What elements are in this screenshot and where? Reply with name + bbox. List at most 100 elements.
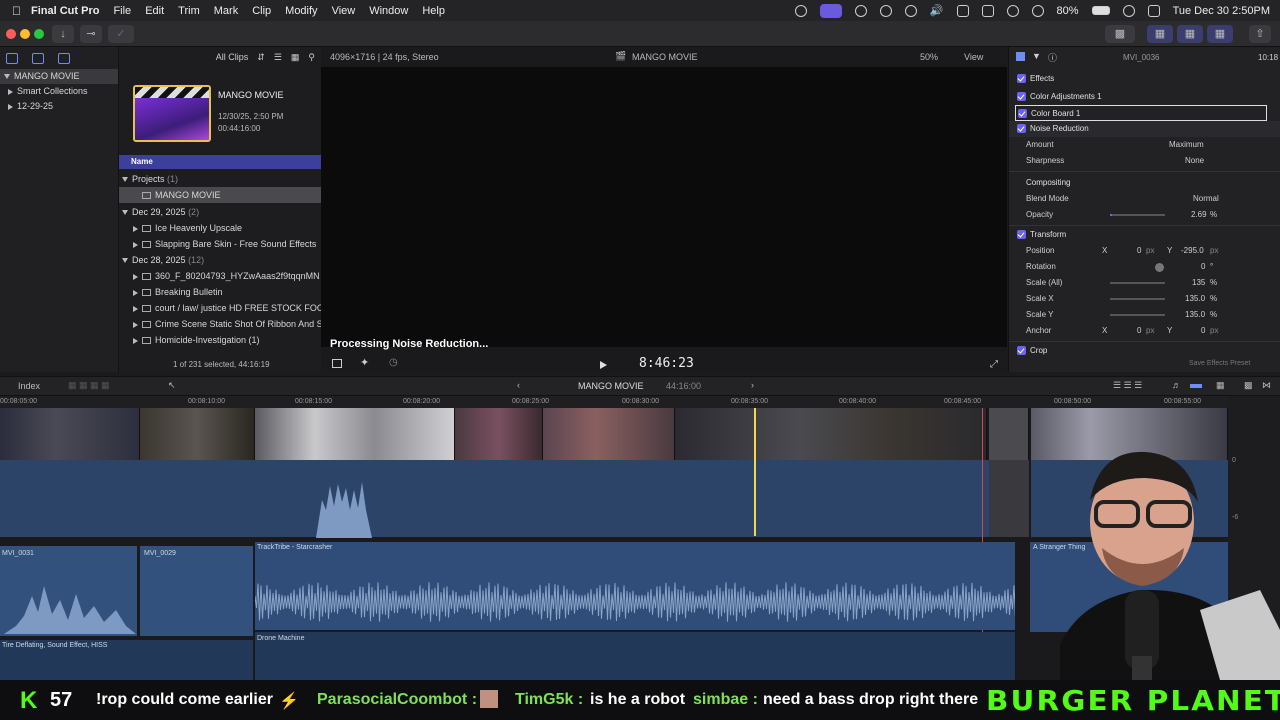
background-tasks-button[interactable]: ✓ — [108, 25, 134, 43]
menu-mark[interactable]: Mark — [214, 5, 238, 17]
playhead[interactable] — [754, 408, 756, 536]
search-icon[interactable] — [1122, 4, 1135, 17]
timer-icon[interactable] — [879, 4, 892, 17]
rotation-value[interactable]: 0 — [1201, 259, 1205, 275]
menu-edit[interactable]: Edit — [145, 5, 164, 17]
list-item[interactable]: Ice Heavenly Upscale — [119, 220, 321, 236]
library-mango-movie[interactable]: MANGO MOVIE — [0, 69, 118, 84]
show-timeline-button[interactable]: ▦ — [1177, 25, 1203, 43]
skimming-icon[interactable] — [1190, 384, 1202, 388]
timecode-display[interactable]: 8:46:23 — [639, 356, 694, 371]
transform-tool-icon[interactable] — [332, 359, 342, 368]
group-projects[interactable]: Projects (1) — [119, 171, 321, 187]
menu-help[interactable]: Help — [422, 5, 445, 17]
volume-icon[interactable]: 🔊 — [930, 4, 944, 17]
index-button[interactable]: Index — [18, 381, 40, 391]
show-inspector-button[interactable]: ▦ — [1207, 25, 1233, 43]
video-clip[interactable] — [140, 408, 255, 460]
list-item[interactable]: Homicide-Investigation (1) — [119, 332, 321, 348]
share-button[interactable]: ⇧ — [1249, 25, 1271, 43]
list-item[interactable]: Crime Scene Static Shot Of Ribbon And S — [119, 316, 321, 332]
transitions-browser-icon[interactable]: ⋈ — [1262, 380, 1271, 391]
zoom-dropdown[interactable]: 50% — [920, 52, 938, 62]
battery-icon[interactable] — [1091, 6, 1110, 15]
video-clip[interactable] — [675, 408, 987, 460]
grid-icon[interactable] — [854, 4, 867, 17]
menu-modify[interactable]: Modify — [285, 5, 317, 17]
opacity-slider[interactable] — [1110, 214, 1165, 216]
scale-y-slider[interactable] — [1110, 314, 1165, 316]
display-icon[interactable] — [981, 4, 994, 17]
stage-manager-icon[interactable] — [819, 3, 842, 18]
anchor-y[interactable]: 0 — [1201, 323, 1205, 339]
clock[interactable]: Tue Dec 30 2:50PM — [1173, 5, 1270, 17]
sharpness-dropdown[interactable]: None — [1185, 153, 1204, 169]
project-thumbnail[interactable] — [133, 85, 211, 142]
clip-filter-dropdown[interactable]: All Clips — [216, 52, 249, 62]
list-item[interactable]: Breaking Bulletin — [119, 284, 321, 300]
show-browser-button[interactable]: ▦ — [1147, 25, 1173, 43]
video-clip[interactable] — [543, 408, 675, 460]
video-clip[interactable] — [255, 408, 455, 460]
chevron-updown-icon[interactable]: ⇵ — [257, 52, 265, 63]
video-inspector-icon[interactable] — [1016, 52, 1025, 61]
anchor-x[interactable]: 0 — [1137, 323, 1141, 339]
timeline-ruler[interactable]: 00:08:05:00 00:08:10:00 00:08:15:00 00:0… — [0, 396, 1228, 408]
audio-clip-mvi0029[interactable] — [140, 546, 253, 636]
scale-x-slider[interactable] — [1110, 298, 1165, 300]
close-window-button[interactable] — [6, 29, 16, 39]
blend-mode-dropdown[interactable]: Normal — [1193, 191, 1219, 207]
color-inspector-icon[interactable]: ▼ — [1032, 51, 1041, 61]
control-center-icon[interactable] — [1147, 4, 1160, 17]
scale-all-slider[interactable] — [1110, 282, 1165, 284]
name-column-header[interactable]: Name — [119, 155, 321, 169]
import-button[interactable]: ↓ — [52, 25, 74, 43]
zoom-controls-icon[interactable]: ☰ ☰ ☰ — [1113, 380, 1142, 391]
edit-buttons-icon[interactable]: ▦ ▦ ▦ ▦ — [68, 380, 110, 391]
list-item[interactable]: MANGO MOVIE — [119, 187, 321, 203]
wifi-icon[interactable] — [1031, 4, 1044, 17]
calendar-icon[interactable] — [956, 4, 969, 17]
creative-cloud-icon[interactable] — [794, 4, 807, 17]
effects-browser-icon[interactable]: ▩ — [1244, 380, 1253, 391]
bluetooth-icon[interactable] — [1006, 4, 1019, 17]
titles-generators-icon[interactable] — [58, 52, 70, 64]
position-y[interactable]: -295.0 — [1181, 243, 1204, 259]
crop-section[interactable]: Crop — [1009, 343, 1280, 359]
scale-y-value[interactable]: 135.0 — [1185, 307, 1205, 323]
menu-clip[interactable]: Clip — [252, 5, 271, 17]
effect-color-adjustments[interactable]: Color Adjustments 1 — [1009, 89, 1280, 105]
smart-collections[interactable]: Smart Collections — [0, 84, 118, 99]
select-tool-icon[interactable]: ↖ — [168, 380, 176, 391]
effect-noise-reduction[interactable]: Noise Reduction — [1009, 121, 1280, 137]
list-view-icon[interactable]: ☰ — [274, 52, 282, 63]
effects-section[interactable]: Effects — [1009, 71, 1280, 87]
forward-arrow-icon[interactable]: › — [751, 380, 754, 390]
menu-file[interactable]: File — [113, 5, 131, 17]
rotation-dial[interactable] — [1155, 263, 1164, 272]
view-dropdown[interactable]: View — [964, 52, 983, 62]
play-button[interactable] — [600, 361, 607, 369]
share-layout-button[interactable]: ▩ — [1105, 25, 1135, 43]
keywords-button[interactable]: ⊸ — [80, 25, 102, 43]
video-clip[interactable] — [455, 408, 543, 460]
libraries-icon[interactable] — [6, 52, 18, 64]
scale-all-value[interactable]: 135 — [1192, 275, 1205, 291]
drone-clip[interactable] — [255, 632, 1015, 680]
search-icon[interactable]: ⚲ — [308, 52, 315, 63]
event-12-29-25[interactable]: 12-29-25 — [0, 99, 118, 114]
clip-appearance-icon[interactable]: ▦ — [291, 52, 300, 63]
back-arrow-icon[interactable]: ‹ — [517, 380, 520, 390]
scale-x-value[interactable]: 135.0 — [1185, 291, 1205, 307]
menu-view[interactable]: View — [332, 5, 356, 17]
menu-app-name[interactable]: Final Cut Pro — [31, 5, 99, 17]
speed-tool-icon[interactable]: ◷ — [389, 357, 398, 368]
play-status-icon[interactable] — [904, 4, 917, 17]
effect-color-board[interactable]: Color Board 1 — [1015, 105, 1267, 121]
compositing-section[interactable]: Compositing — [1009, 175, 1280, 191]
opacity-value[interactable]: 2.69 — [1191, 207, 1207, 223]
transform-section[interactable]: Transform — [1009, 227, 1280, 243]
zoom-window-button[interactable] — [34, 29, 44, 39]
enhance-tool-icon[interactable]: ✦ — [360, 356, 369, 369]
headphones-icon[interactable]: ♬ — [1172, 380, 1181, 390]
